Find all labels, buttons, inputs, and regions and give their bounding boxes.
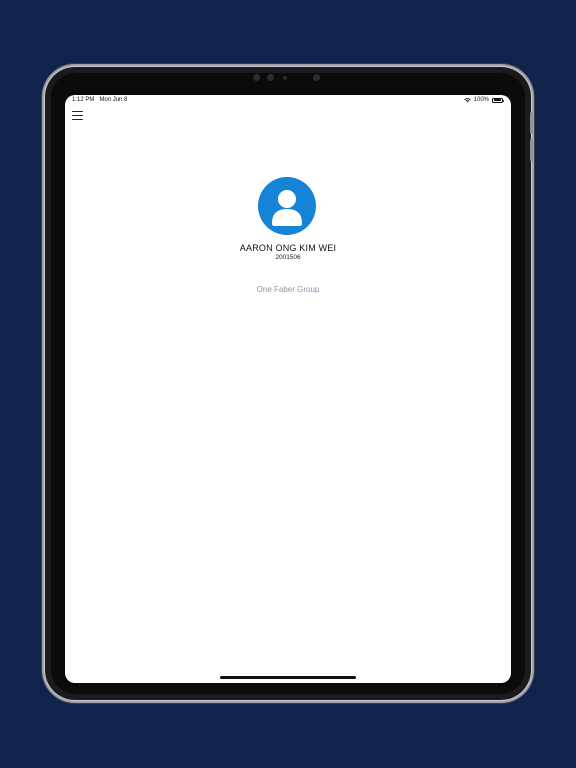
organization-link[interactable]: One Faber Group: [65, 285, 511, 294]
battery-percent: 100%: [473, 97, 489, 103]
avatar: [258, 177, 316, 235]
menu-line: [72, 111, 83, 113]
home-indicator[interactable]: [220, 676, 356, 679]
camera-bar: [235, 72, 335, 82]
hamburger-menu-icon[interactable]: [71, 110, 84, 121]
ipad-frame: 1:12 PM Mon Jun 8 100% AARON ONG KIM WEI…: [45, 67, 533, 700]
battery-tip: [503, 99, 504, 102]
app-canvas: 1:12 PM Mon Jun 8 100% AARON ONG KIM WEI…: [0, 0, 576, 768]
battery-icon: [492, 97, 504, 103]
sensor-dot: [283, 75, 287, 80]
camera-dot: [313, 74, 320, 81]
status-time-text: 1:12 PM: [72, 97, 95, 103]
menu-line: [72, 119, 83, 121]
status-date-text: Mon Jun 8: [99, 97, 128, 103]
employee-id: 2001506: [275, 254, 301, 261]
status-bar: 1:12 PM Mon Jun 8 100%: [65, 95, 511, 107]
app-screen: 1:12 PM Mon Jun 8 100% AARON ONG KIM WEI…: [65, 95, 511, 683]
volume-up-button: [530, 112, 533, 134]
battery-fill: [493, 99, 502, 101]
status-time: 1:12 PM Mon Jun 8: [72, 97, 127, 103]
volume-down-button: [530, 139, 533, 161]
camera-dot: [267, 74, 274, 81]
wifi-icon: [463, 97, 471, 103]
user-name: AARON ONG KIM WEI: [239, 243, 337, 253]
camera-dot: [253, 74, 260, 81]
person-icon: [272, 190, 302, 226]
menu-line: [72, 115, 83, 117]
status-right: 100%: [463, 97, 504, 103]
